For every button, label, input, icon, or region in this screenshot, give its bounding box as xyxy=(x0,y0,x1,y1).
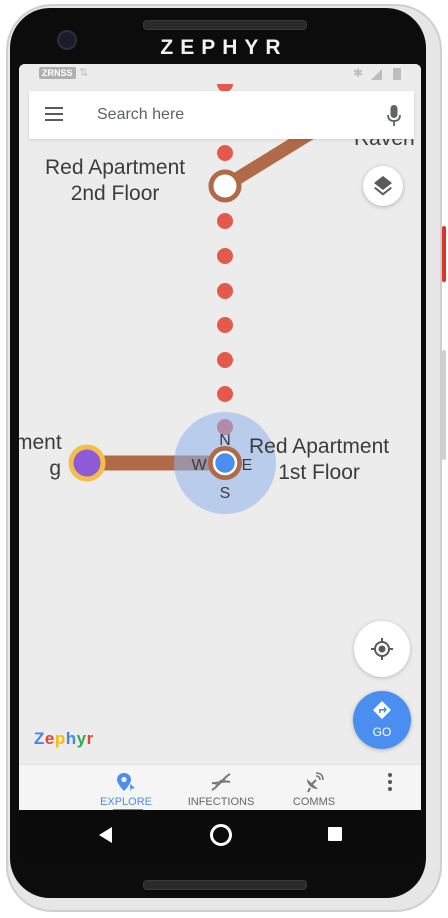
logo-letter: r xyxy=(86,729,94,748)
explore-pin-icon xyxy=(117,773,135,792)
layers-button[interactable] xyxy=(363,166,403,206)
bottom-speaker xyxy=(143,880,307,890)
node-purple-location[interactable] xyxy=(68,444,106,482)
user-location-dot xyxy=(212,450,238,476)
map-label-partial-left: ment g xyxy=(19,431,62,480)
go-label: GO xyxy=(372,725,392,739)
dna-icon xyxy=(211,773,231,791)
power-button xyxy=(442,226,446,282)
volume-button xyxy=(442,350,446,460)
directions-icon xyxy=(373,701,391,719)
carrier-label: ZRNSS xyxy=(39,67,76,79)
my-location-button[interactable] xyxy=(354,621,410,677)
map-label-red-apartment-2nd-floor: Red Apartment 2nd Floor xyxy=(45,156,186,205)
route-dot xyxy=(217,248,233,264)
system-navigation-bar xyxy=(19,810,421,860)
phone-screen: N S W E Red Apartment 2nd Floor Red Apar… xyxy=(19,64,421,860)
layers-icon xyxy=(374,176,392,196)
compass-south: S xyxy=(220,485,231,502)
tab-infections[interactable]: INFECTIONS xyxy=(176,771,266,808)
battery-icon xyxy=(393,68,401,80)
logo-letter: h xyxy=(65,729,77,748)
my-location-icon xyxy=(371,638,393,660)
route-dot xyxy=(217,213,233,229)
logo-letter: p xyxy=(54,729,66,748)
tab-comms[interactable]: COMMS xyxy=(269,771,359,808)
go-button[interactable]: GO xyxy=(353,691,411,749)
tab-explore-label: EXPLORE xyxy=(100,796,152,808)
tab-infections-label: INFECTIONS xyxy=(187,796,255,808)
zephyr-logo: Zephyr xyxy=(34,729,94,749)
logo-letter: y xyxy=(76,729,87,748)
compass-north: N xyxy=(219,432,231,449)
status-bar: ZRNSS ⇅ ✱ xyxy=(19,64,421,84)
device-brand: ZEPHYR xyxy=(160,36,288,59)
signal-icon xyxy=(371,69,382,80)
satellite-dish-icon xyxy=(307,772,324,793)
back-triangle-icon[interactable] xyxy=(99,827,112,843)
route-dot xyxy=(217,386,233,402)
route-dot xyxy=(217,145,233,161)
compass-west: W xyxy=(191,457,207,474)
data-transfer-icon: ⇅ xyxy=(79,67,89,79)
bottom-navigation: EXPLORE INFECTIONS COMMS xyxy=(19,764,421,811)
hamburger-menu-icon[interactable] xyxy=(45,107,63,123)
recents-square-icon[interactable] xyxy=(328,827,342,841)
microphone-icon[interactable] xyxy=(387,105,401,127)
search-bar[interactable]: Search here xyxy=(29,91,414,139)
route-dot xyxy=(217,352,233,368)
home-circle-icon[interactable] xyxy=(210,824,232,846)
map-label-red-apartment-1st-floor: Red Apartment 1st Floor xyxy=(249,435,390,484)
tab-comms-label: COMMS xyxy=(292,796,336,808)
bluetooth-icon: ✱ xyxy=(353,66,364,80)
route-dot xyxy=(217,283,233,299)
logo-letter: Z xyxy=(34,729,45,748)
node-red-apartment-2nd-floor[interactable] xyxy=(208,169,242,203)
tab-explore[interactable]: EXPLORE xyxy=(81,771,171,808)
logo-letter: e xyxy=(44,729,55,748)
top-speaker xyxy=(143,20,307,30)
more-vert-icon[interactable] xyxy=(387,773,393,793)
search-input[interactable]: Search here xyxy=(97,106,184,124)
route-dot xyxy=(217,317,233,333)
